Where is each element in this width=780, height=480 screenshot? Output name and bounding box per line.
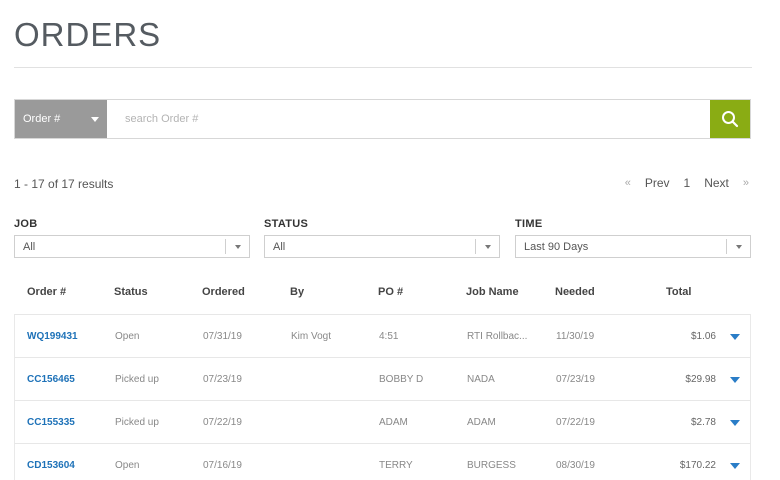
title-divider [14,67,752,68]
time-filter: TIME Last 90 Days [515,218,751,258]
results-count: 1 - 17 of 17 results [14,177,114,191]
search-icon [722,111,739,128]
order-date: 07/31/19 [203,331,242,342]
job-filter-value: All [23,240,36,253]
time-filter-label: TIME [515,218,543,230]
expand-row-icon[interactable] [730,420,740,426]
select-divider [475,239,476,254]
order-job-name: ADAM [467,417,496,428]
order-needed-date: 11/30/19 [556,331,595,342]
time-filter-select[interactable]: Last 90 Days [515,235,751,258]
expand-row-icon[interactable] [730,334,740,340]
order-number-link[interactable]: CC155335 [27,417,75,428]
column-header-order: Order # [27,286,67,298]
prev-page-button[interactable]: Prev [645,176,670,190]
last-page-button[interactable]: » [743,177,749,189]
order-po: 4:51 [379,331,399,342]
order-needed-date: 07/23/19 [556,374,595,385]
order-total: $1.06 [690,331,716,342]
chevron-down-icon [91,116,99,122]
first-page-button[interactable]: « [625,177,631,189]
time-filter-value: Last 90 Days [524,240,589,253]
column-header-po: PO # [378,286,404,298]
order-total: $2.78 [690,417,716,428]
table-row: CD153604 Open 07/16/19 TERRY BURGESS 08/… [14,443,751,480]
chevron-down-icon [736,245,742,249]
column-header-job-name: Job Name [466,286,519,298]
table-row: CC156465 Picked up 07/23/19 BOBBY D NADA… [14,357,751,400]
page-title: ORDERS [14,16,162,53]
job-filter-label: JOB [14,218,38,230]
order-po: TERRY [379,460,413,471]
search-type-dropdown[interactable]: Order # [15,100,107,138]
order-job-name: RTI Rollbac... [467,331,528,342]
pagination: « Prev 1 Next » [625,176,749,190]
column-header-by: By [290,286,305,298]
order-total: $170.22 [679,460,716,471]
select-divider [726,239,727,254]
job-filter-select[interactable]: All [14,235,250,258]
order-total: $29.98 [685,374,716,385]
order-number-link[interactable]: CD153604 [27,460,75,471]
order-date: 07/23/19 [203,374,242,385]
job-filter: JOB All [14,218,250,258]
order-number-link[interactable]: CC156465 [27,374,75,385]
order-status: Open [115,331,140,342]
column-header-ordered: Ordered [202,286,245,298]
status-filter-value: All [273,240,286,253]
order-status: Picked up [115,417,159,428]
chevron-down-icon [235,245,241,249]
search-bar: Order # [14,99,751,139]
order-needed-date: 07/22/19 [556,417,595,428]
order-by: Kim Vogt [291,331,332,342]
chevron-down-icon [485,245,491,249]
search-input[interactable] [107,100,710,138]
table-row: WQ199431 Open 07/31/19 Kim Vogt 4:51 RTI… [14,314,751,357]
order-number-link[interactable]: WQ199431 [27,331,78,342]
column-header-needed: Needed [555,286,595,298]
order-po: ADAM [379,417,408,428]
orders-table: WQ199431 Open 07/31/19 Kim Vogt 4:51 RTI… [14,314,751,480]
order-job-name: NADA [467,374,495,385]
order-date: 07/22/19 [203,417,242,428]
status-filter-label: STATUS [264,218,309,230]
search-type-label: Order # [23,113,61,125]
column-header-status: Status [114,286,148,298]
order-po: BOBBY D [379,374,424,385]
status-filter: STATUS All [264,218,500,258]
order-status: Picked up [115,374,159,385]
page-number-button[interactable]: 1 [684,176,691,190]
expand-row-icon[interactable] [730,463,740,469]
table-row: CC155335 Picked up 07/22/19 ADAM ADAM 07… [14,400,751,443]
expand-row-icon[interactable] [730,377,740,383]
column-header-total: Total [666,286,692,298]
order-job-name: BURGESS [467,460,516,471]
search-button[interactable] [710,100,750,138]
order-date: 07/16/19 [203,460,242,471]
status-filter-select[interactable]: All [264,235,500,258]
order-needed-date: 08/30/19 [556,460,595,471]
order-status: Open [115,460,140,471]
next-page-button[interactable]: Next [704,176,729,190]
select-divider [225,239,226,254]
